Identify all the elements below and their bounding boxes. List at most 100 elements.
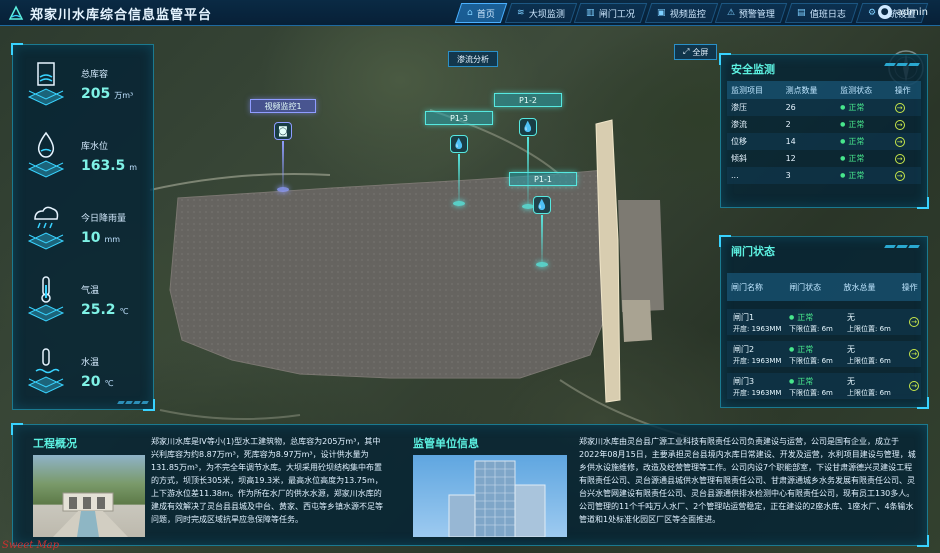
marker-video-1[interactable]: 视频监控1 [250, 99, 316, 113]
page-title: 郑家川水库综合信息监管平台 [30, 8, 213, 23]
gate-icon: ▥ [586, 8, 595, 18]
status-badge: 正常 [840, 103, 864, 112]
fullscreen-icon: ⤢ [683, 47, 690, 56]
panel-deco [117, 401, 149, 404]
stat-label: 总库容 [81, 70, 109, 80]
marker-p1-3[interactable]: P1-3 [425, 111, 493, 125]
avatar-icon: ● [877, 5, 892, 19]
safety-monitoring-panel: 安全监测 监测项目 测点数量 监测状态 操作 渗压 26 正常 → [719, 53, 929, 209]
status-badge: 正常 [789, 344, 813, 355]
status-badge: 正常 [840, 171, 864, 180]
table-row: 位移 14 正常 → [727, 133, 921, 150]
nav-video-monitoring[interactable]: ▣ 视频监控 [644, 3, 718, 23]
reservoir-icon [27, 62, 65, 106]
column-header: 测点数量 [785, 85, 818, 95]
video-icon: ▣ [656, 8, 666, 18]
marker-p1-2[interactable]: P1-2 [494, 93, 562, 107]
table-row: 闸门1 开度: 1963MM 正常 下限位置: 6m 无 上限位置: 6m → [727, 309, 921, 335]
home-icon: ⌂ [467, 8, 473, 18]
table-row: 闸门3 开度: 1963MM 正常 下限位置: 6m 无 上限位置: 6m → [727, 373, 921, 399]
stat-label: 气温 [81, 286, 100, 296]
bottom-info-panel: 工程概况 郑家川水库是IV等小(1)型水工建筑物，总库容为205万m³，其中兴利… [11, 423, 929, 547]
nav-home[interactable]: ⌂ 首页 [454, 3, 507, 23]
column-header: 监测状态 [840, 85, 873, 95]
table-header: 监测项目 测点数量 监测状态 操作 [727, 81, 921, 99]
stat-label: 今日降雨量 [81, 214, 127, 224]
arrow-right-icon[interactable]: → [909, 349, 919, 359]
stat-value: 163.5 m [81, 158, 138, 174]
water-drop-icon[interactable]: 💧 [450, 135, 468, 153]
arrow-right-icon[interactable]: → [894, 170, 905, 181]
status-badge: 正常 [789, 376, 813, 387]
panel-title: 安全监测 [731, 63, 775, 76]
status-badge: 正常 [789, 312, 813, 323]
fullscreen-button[interactable]: ⤢ 全屏 [674, 44, 718, 60]
gate-status-panel: 闸门状态 闸门名称 闸门状态 放水总量 操作 闸门1 开度: 1963MM 正常… [719, 235, 929, 409]
overview-title: 工程概况 [33, 437, 77, 450]
stat-value: 20 ℃ [81, 374, 114, 390]
logo-icon [8, 5, 24, 20]
marker-base [453, 201, 465, 206]
arrow-right-icon[interactable]: → [909, 317, 919, 327]
user-name: admin [896, 6, 928, 18]
stat-total-capacity: 总库容 205 万m³ [13, 53, 155, 123]
arrow-right-icon[interactable]: → [894, 102, 905, 113]
nav-alarm-management[interactable]: ⚠ 预警管理 [715, 3, 788, 23]
arrow-right-icon[interactable]: → [894, 136, 905, 147]
stat-air-temp: 气温 25.2 ℃ [13, 269, 155, 339]
marker-stem [527, 137, 529, 205]
arrow-right-icon[interactable]: → [909, 381, 919, 391]
status-badge: 正常 [840, 120, 864, 129]
marker-p1-1[interactable]: P1-1 [509, 172, 577, 186]
column-header: 操作 [894, 85, 911, 95]
arrow-right-icon[interactable]: → [894, 153, 905, 164]
title-deco [884, 63, 920, 66]
panel-title: 闸门状态 [731, 245, 775, 258]
table-row: ... 3 正常 → [727, 167, 921, 184]
stat-rainfall: 今日降雨量 10 mm [13, 197, 155, 267]
marker-base [536, 262, 548, 267]
user-menu[interactable]: ● admin [877, 5, 928, 19]
table-row: 渗流 2 正常 → [727, 116, 921, 133]
stat-value: 25.2 ℃ [81, 302, 129, 318]
stat-value: 205 万m³ [81, 86, 134, 102]
seepage-analysis-button[interactable]: 渗流分析 [448, 51, 498, 67]
rain-icon [27, 206, 65, 250]
status-badge: 正常 [840, 137, 864, 146]
gate-table-header: 闸门名称 闸门状态 放水总量 操作 [727, 273, 921, 301]
office-building-photo [413, 455, 567, 537]
stat-label: 水温 [81, 358, 100, 368]
nav-gate-status[interactable]: ▥ 闸门工况 [574, 3, 648, 23]
camera-icon[interactable]: ◙ [274, 122, 292, 140]
water-drop-icon[interactable]: 💧 [519, 118, 537, 136]
marker-stem [458, 154, 460, 202]
nav-duty-log[interactable]: ▤ 值班日志 [785, 3, 859, 23]
stat-water-level: 库水位 163.5 m [13, 125, 155, 195]
stat-label: 库水位 [81, 142, 109, 152]
table-row: 倾斜 12 正常 → [727, 150, 921, 167]
main-nav: ⌂ 首页 ≋ 大坝监测 ▥ 闸门工况 ▣ 视频监控 ⚠ 预警管理 ▤ 值班日志 ⚙ 系统设置 [454, 3, 929, 23]
nav-dam-monitoring[interactable]: ≋ 大坝监测 [504, 3, 577, 23]
supervision-text: 郑家川水库由灵台县广源工业科技有限责任公司负责建设与运营，公司是国有企业，成立于… [579, 437, 916, 524]
safety-table: 监测项目 测点数量 监测状态 操作 渗压 26 正常 → 渗流 2 正常 → [727, 81, 921, 203]
dam-icon: ≋ [516, 8, 525, 18]
watermark: Sweet Map [2, 540, 60, 551]
table-row: 闸门2 开度: 1963MM 正常 下限位置: 6m 无 上限位置: 6m → [727, 341, 921, 367]
marker-base [277, 187, 289, 192]
water-level-icon [27, 131, 65, 178]
column-header: 操作 [901, 282, 918, 292]
status-badge: 正常 [840, 154, 864, 163]
supervision-title: 监管单位信息 [413, 437, 479, 450]
overview-text: 郑家川水库是IV等小(1)型水工建筑物，总库容为205万m³，其中兴利库容为约8… [151, 437, 383, 524]
table-row: 渗压 26 正常 → [727, 99, 921, 116]
marker-stem [282, 141, 284, 189]
water-drop-icon[interactable]: 💧 [533, 196, 551, 214]
top-header: 郑家川水库综合信息监管平台 ⌂ 首页 ≋ 大坝监测 ▥ 闸门工况 ▣ 视频监控 ⚠ 预警管… [0, 0, 940, 26]
stats-panel: 总库容 205 万m³ 库水位 163.5 m 今日降雨量 10 mm 气温 2… [11, 43, 155, 411]
marker-stem [541, 215, 543, 263]
column-header: 闸门名称 [731, 282, 763, 292]
arrow-right-icon[interactable]: → [894, 119, 905, 130]
gear-icon: ⚙ [867, 8, 877, 18]
stat-value: 10 mm [81, 230, 121, 246]
log-icon: ▤ [797, 8, 806, 18]
